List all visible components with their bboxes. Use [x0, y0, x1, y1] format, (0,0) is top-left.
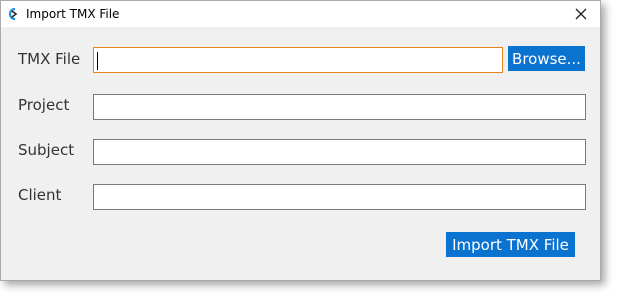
title-bar: Import TMX File [1, 1, 600, 27]
tmx-file-input[interactable] [93, 47, 503, 73]
subject-label: Subject [18, 141, 75, 159]
import-tmx-dialog: Import TMX File TMX File Browse... Proje… [0, 0, 601, 281]
client-label: Client [18, 186, 62, 204]
app-logo-icon [8, 7, 18, 21]
close-icon [575, 8, 587, 20]
window-title: Import TMX File [26, 7, 120, 21]
project-input[interactable] [93, 94, 586, 120]
project-label: Project [18, 96, 70, 114]
client-input[interactable] [93, 184, 586, 210]
import-tmx-file-button[interactable]: Import TMX File [446, 232, 575, 257]
browse-button[interactable]: Browse... [508, 46, 585, 71]
close-button[interactable] [566, 1, 596, 27]
text-cursor [97, 52, 98, 70]
subject-input[interactable] [93, 139, 586, 165]
tmx-file-label: TMX File [18, 50, 81, 68]
